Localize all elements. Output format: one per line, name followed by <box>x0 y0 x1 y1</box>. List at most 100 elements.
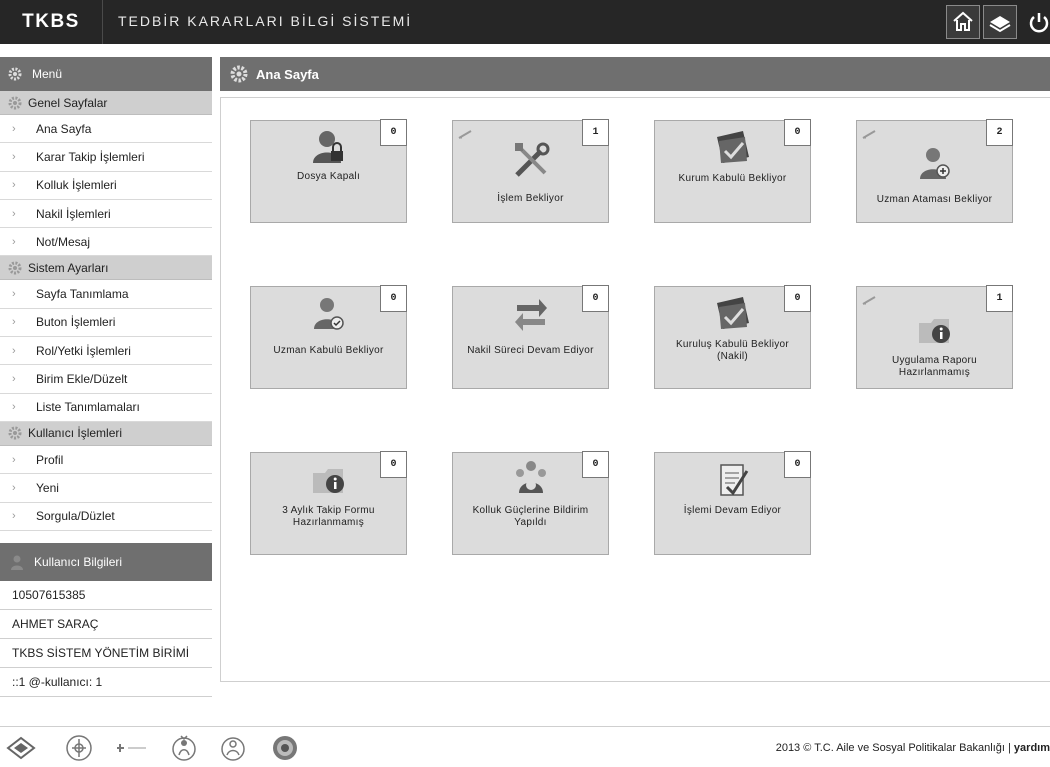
tile-islem-bekliyor[interactable]: 1 İşlem Bekliyor <box>452 119 609 223</box>
chevron-right-icon: › <box>12 150 16 163</box>
manual-button[interactable] <box>983 5 1017 39</box>
tile-label: Uzman Kabulü Bekliyor <box>273 345 384 356</box>
pencil-icon <box>862 130 876 139</box>
user-unit: TKBS SİSTEM YÖNETİM BİRİMİ <box>0 638 212 668</box>
logout-button[interactable] <box>1022 5 1050 39</box>
tile-label: Kurum Kabulü Bekliyor <box>678 173 787 184</box>
chevron-right-icon: › <box>12 373 16 386</box>
sidebar-item-sayfa-tanimlama[interactable]: › Sayfa Tanımlama <box>0 280 212 309</box>
emblem-icon[interactable] <box>62 731 96 765</box>
partner-logo-icon[interactable] <box>114 731 148 765</box>
user-icon <box>11 555 23 570</box>
sidebar-item-label: Birim Ekle/Düzelt <box>36 372 128 387</box>
chevron-right-icon: › <box>12 510 16 523</box>
user-add-icon <box>857 145 1012 183</box>
sidebar-item-sorgula[interactable]: › Sorgula/Düzlet <box>0 502 212 531</box>
tile-nakil-sureci[interactable]: 0 Nakil Süreci Devam Ediyor <box>452 285 609 389</box>
app-title: TEDBİR KARARLARI BİLGİ SİSTEMİ <box>118 13 413 29</box>
sidebar-item-label: Ana Sayfa <box>36 121 92 136</box>
sidebar-item-profil[interactable]: › Profil <box>0 445 212 475</box>
chevron-right-icon: › <box>12 235 16 248</box>
chevron-right-icon: › <box>12 122 16 135</box>
chevron-right-icon: › <box>12 207 16 220</box>
sidebar-item-not-mesaj[interactable]: › Not/Mesaj <box>0 228 212 257</box>
tile-dosya-kapali[interactable]: 0 Dosya Kapalı <box>250 119 407 223</box>
help-link[interactable]: yardım <box>1014 742 1050 754</box>
menu-group-genel[interactable]: Genel Sayfalar <box>0 91 212 115</box>
tile-label: Kolluk Güçlerine Bildirim Yapıldı <box>472 505 589 528</box>
document-edit-icon <box>655 459 810 499</box>
user-check-icon <box>251 295 406 333</box>
gear-icon <box>230 65 248 83</box>
tile-kolluk-bildirim[interactable]: 0 Kolluk Güçlerine Bildirim Yapıldı <box>452 451 609 555</box>
sidebar-item-label: Sayfa Tanımlama <box>36 287 129 302</box>
tile-label: Dosya Kapalı <box>296 171 361 182</box>
sidebar-item-label: Not/Mesaj <box>36 234 91 249</box>
family-logo-icon[interactable] <box>216 731 250 765</box>
ministry-logo-icon[interactable] <box>4 731 38 765</box>
tile-label: Uygulama Raporu Hazırlanmamış <box>891 355 978 378</box>
sidebar-item-label: Yeni <box>36 480 59 495</box>
gear-icon <box>8 426 22 440</box>
child-logo-icon[interactable] <box>167 731 201 765</box>
tile-islemi-devam[interactable]: 0 İşlemi Devam Ediyor <box>654 451 811 555</box>
sidebar-item-label: Rol/Yetki İşlemleri <box>36 343 131 358</box>
menu-group-label: Kullanıcı İşlemleri <box>28 426 123 441</box>
sidebar-item-label: Buton İşlemleri <box>36 315 116 330</box>
sidebar-item-rol-yetki[interactable]: › Rol/Yetki İşlemleri <box>0 337 212 366</box>
home-button[interactable] <box>946 5 980 39</box>
sidebar: Menü Genel Sayfalar › Ana Sayfa › Karar Ta… <box>0 57 212 697</box>
sidebar-item-yeni[interactable]: › Yeni <box>0 474 212 503</box>
user-session: ::1 @-kullanıcı: 1 <box>0 667 212 697</box>
copyright-text: 2013 © T.C. Aile ve Sosyal Politikalar B… <box>776 742 1050 754</box>
sidebar-item-label: Liste Tanımlamaları <box>36 400 140 415</box>
tools-icon <box>453 141 608 181</box>
user-name: AHMET SARAÇ <box>0 609 212 639</box>
tile-kurulus-kabulu[interactable]: 0 Kuruluş Kabulü Bekliyor (Nakil) <box>654 285 811 389</box>
page-title: Ana Sayfa <box>256 66 319 82</box>
sidebar-item-kolluk[interactable]: › Kolluk İşlemleri <box>0 171 212 200</box>
gear-icon <box>8 67 22 81</box>
tile-label: 3 Aylık Takip Formu Hazırlanmamış <box>282 505 375 528</box>
users-group-icon <box>453 459 608 497</box>
pencil-icon <box>862 296 876 305</box>
sidebar-item-buton[interactable]: › Buton İşlemleri <box>0 308 212 338</box>
sidebar-item-karar-takip[interactable]: › Karar Takip İşlemleri <box>0 143 212 172</box>
user-lock-icon <box>251 127 406 167</box>
sidebar-item-label: Karar Takip İşlemleri <box>36 149 145 164</box>
folder-check-icon <box>655 129 810 165</box>
count-badge: 2 <box>986 119 1013 146</box>
tile-label: Uzman Ataması Bekliyor <box>876 194 993 205</box>
sidebar-item-label: Sorgula/Düzlet <box>36 509 115 524</box>
menu-group-kullanici[interactable]: Kullanıcı İşlemleri <box>0 421 212 446</box>
tile-kurum-kabulu[interactable]: 0 Kurum Kabulü Bekliyor <box>654 119 811 223</box>
sidebar-item-birim[interactable]: › Birim Ekle/Düzelt <box>0 365 212 394</box>
tile-label: Nakil Süreci Devam Ediyor <box>467 345 594 356</box>
brand-logo[interactable]: TKBS <box>0 0 103 44</box>
menu-group-sistem[interactable]: Sistem Ayarları <box>0 256 212 281</box>
chevron-right-icon: › <box>12 179 16 192</box>
gear-icon <box>8 261 22 275</box>
sidebar-item-label: Profil <box>36 452 64 467</box>
folder-info-icon <box>251 467 406 495</box>
tile-uzman-atamasi[interactable]: 2 Uzman Ataması Bekliyor <box>856 119 1013 223</box>
sidebar-item-liste[interactable]: › Liste Tanımlamaları <box>0 393 212 422</box>
tile-uygulama-raporu[interactable]: 1 Uygulama Raporu Hazırlanmamış <box>856 285 1013 389</box>
tile-uzman-kabulu[interactable]: 0 Uzman Kabulü Bekliyor <box>250 285 407 389</box>
seal-logo-icon[interactable] <box>268 731 302 765</box>
chevron-right-icon: › <box>12 344 16 357</box>
sidebar-item-ana-sayfa[interactable]: › Ana Sayfa <box>0 115 212 144</box>
user-id: 10507615385 <box>0 580 212 610</box>
book-icon <box>989 16 1011 33</box>
tile-label: İşlem Bekliyor <box>497 193 564 204</box>
sidebar-item-label: Nakil İşlemleri <box>36 206 111 221</box>
home-icon <box>953 11 973 31</box>
dashboard-panel: 0 Dosya Kapalı 1 İşlem Bekliyor 0 Kurum … <box>220 97 1050 682</box>
copyright-label: 2013 © T.C. Aile ve Sosyal Politikalar B… <box>775 742 1014 754</box>
folder-check-icon <box>655 295 810 331</box>
tile-3-aylik-takip[interactable]: 0 3 Aylık Takip Formu Hazırlanmamış <box>250 451 407 555</box>
chevron-right-icon: › <box>12 316 16 329</box>
sidebar-item-nakil[interactable]: › Nakil İşlemleri <box>0 199 212 229</box>
sidebar-item-label: Kolluk İşlemleri <box>36 178 117 193</box>
pencil-icon <box>458 130 472 139</box>
